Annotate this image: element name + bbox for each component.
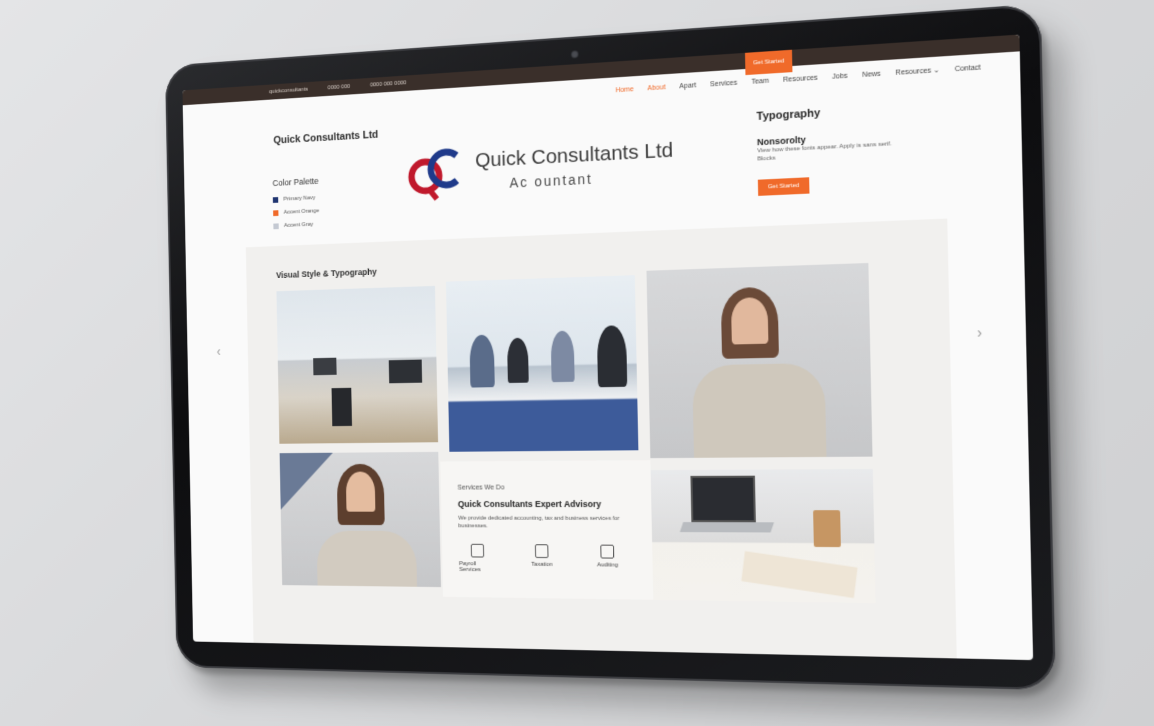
service-item[interactable]: Payroll Services xyxy=(459,543,497,574)
face-shape xyxy=(345,471,376,512)
person-shape xyxy=(506,337,529,383)
camera-icon xyxy=(570,50,579,59)
meeting-photo xyxy=(445,275,639,452)
nav-item-team[interactable]: Team xyxy=(751,77,769,85)
calculator-icon xyxy=(470,543,485,558)
get-started-top-button[interactable]: Get Started xyxy=(744,49,793,76)
nav-item-jobs[interactable]: Jobs xyxy=(832,72,848,80)
nav-item-contact[interactable]: Contact xyxy=(955,64,981,73)
services-list: Payroll Services Taxation Auditing xyxy=(459,543,635,575)
qc-logo-icon xyxy=(405,142,463,205)
person-shape xyxy=(550,330,575,383)
get-started-button[interactable]: Get Started xyxy=(757,177,810,196)
wall-scene: quickconsultants 0000 000 0000 000 0000 … xyxy=(0,0,1154,726)
navy-triangle xyxy=(280,453,334,510)
brand-name[interactable]: Quick Consultants Ltd xyxy=(273,129,378,146)
laptop-desk-photo xyxy=(650,468,876,604)
office-photo xyxy=(276,285,439,444)
palette-item-label: Accent Gray xyxy=(283,221,314,229)
palette-item: Primary Navy xyxy=(272,195,319,203)
person-shape xyxy=(596,325,628,388)
laptop-screen-shape xyxy=(690,475,756,523)
services-eyebrow: Services We Do xyxy=(457,484,505,492)
nav-item-resources-dropdown[interactable]: Resources ⌄ xyxy=(895,66,939,77)
service-item[interactable]: Auditing xyxy=(588,544,628,575)
blazer-shape xyxy=(692,362,827,458)
logo-tagline: Ac ountant xyxy=(509,170,593,191)
monitor-shape xyxy=(313,357,337,376)
next-arrow-icon[interactable]: › xyxy=(977,324,982,341)
service-label: Auditing xyxy=(596,562,619,569)
visual-gallery: Visual Style & Typography ‹ › Services W… xyxy=(217,218,982,659)
monitor-shape xyxy=(388,359,423,384)
document-icon xyxy=(534,544,549,559)
notebook-shape xyxy=(741,551,858,599)
blazer-shape xyxy=(316,530,418,588)
typography-title: Typography xyxy=(756,107,821,124)
wall-monitor: quickconsultants 0000 000 0000 000 0000 … xyxy=(164,3,1056,691)
orange-swatch xyxy=(273,210,279,217)
nav-item-services[interactable]: Services xyxy=(710,79,737,88)
gallery-title: Visual Style & Typography xyxy=(276,266,377,280)
navy-swatch xyxy=(272,197,279,203)
person-shape xyxy=(469,334,495,388)
laptop-base-shape xyxy=(679,522,775,533)
coffee-cup-shape xyxy=(813,510,841,548)
services-description: We provide dedicated accounting, tax and… xyxy=(458,515,620,530)
woman-portrait-photo xyxy=(646,262,873,459)
topbar-phone[interactable]: 0000 000 xyxy=(328,84,351,91)
prev-arrow-icon[interactable]: ‹ xyxy=(217,344,221,359)
nav-item-apart[interactable]: Apart xyxy=(679,82,696,90)
services-title: Quick Consultants Expert Advisory xyxy=(457,499,602,509)
palette-item: Accent Orange xyxy=(273,208,320,217)
company-logo: Quick Consultants Ltd Ac ountant xyxy=(405,130,674,205)
palette-item-label: Accent Orange xyxy=(283,208,320,216)
woman-portrait-photo-2 xyxy=(279,451,441,588)
palette-item-label: Primary Navy xyxy=(283,195,316,203)
palette-item: Accent Gray xyxy=(273,222,319,230)
service-label: Payroll Services xyxy=(459,561,481,574)
topbar-phone-2[interactable]: 0000 000 0000 xyxy=(370,80,407,88)
color-palette: Color Palette Primary Navy Accent Orange… xyxy=(272,176,319,237)
typography-panel: Typography Nonsorolty View how these fon… xyxy=(756,102,903,196)
service-item[interactable]: Taxation xyxy=(523,544,562,574)
services-card: Services We Do Quick Consultants Expert … xyxy=(440,460,654,600)
website-screen: quickconsultants 0000 000 0000 000 0000 … xyxy=(182,34,1034,661)
chair-shape xyxy=(331,387,353,427)
topbar-email[interactable]: quickconsultants xyxy=(269,87,308,95)
palette-title: Color Palette xyxy=(272,176,319,188)
clipboard-icon xyxy=(600,544,615,559)
service-label: Taxation xyxy=(531,561,553,568)
nav-item-home[interactable]: Home xyxy=(615,86,633,94)
nav-item-resources[interactable]: Resources xyxy=(783,74,818,83)
gray-swatch xyxy=(273,223,279,230)
nav-item-news[interactable]: News xyxy=(862,70,881,78)
face-shape xyxy=(730,296,769,345)
logo-wordmark: Quick Consultants Ltd Ac ountant xyxy=(475,139,674,193)
nav-item-about[interactable]: About xyxy=(647,84,665,92)
